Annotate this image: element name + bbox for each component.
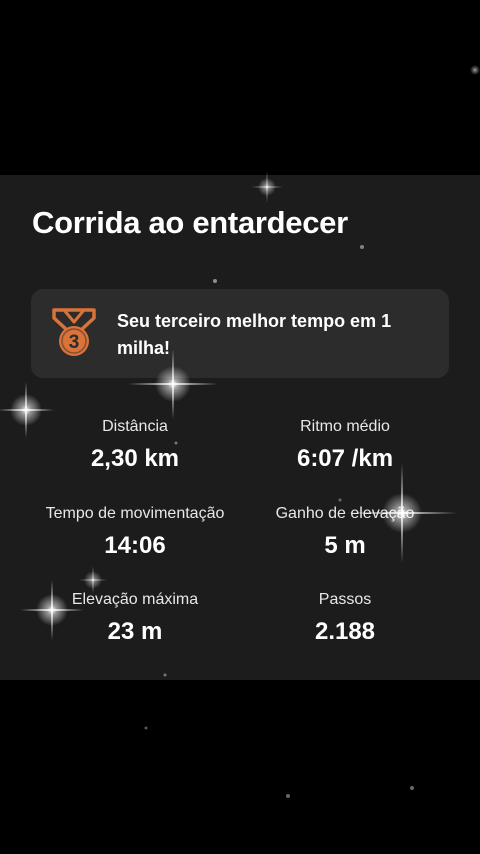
bronze-medal-icon: 3	[50, 307, 98, 359]
stat-label: Ganho de elevação	[275, 505, 415, 522]
stat-distance: Distância 2,30 km	[15, 417, 255, 473]
stat-value: 14:06	[104, 532, 166, 559]
stat-value: 2,30 km	[90, 445, 180, 472]
medal-rank: 3	[69, 332, 80, 353]
stat-label: Elevação máxima	[71, 591, 199, 608]
activity-title: Corrida ao entardecer	[32, 205, 348, 240]
achievement-banner: 3 Seu terceiro melhor tempo em 1 milha!	[31, 289, 449, 378]
achievement-text: Seu terceiro melhor tempo em 1 milha!	[117, 311, 392, 358]
stat-value: 2.188	[314, 618, 376, 645]
stat-moving-time: Tempo de movimentação 14:06	[15, 504, 255, 560]
stat-elevation-gain: Ganho de elevação 5 m	[225, 504, 465, 560]
stat-value: 6:07 /km	[296, 445, 394, 472]
stat-steps: Passos 2.188	[225, 590, 465, 646]
stat-label: Passos	[318, 591, 372, 608]
stat-label: Ritmo médio	[300, 418, 390, 435]
stat-label: Tempo de movimentação	[45, 505, 225, 522]
stat-average-pace: Ritmo médio 6:07 /km	[225, 417, 465, 473]
sparkle-star	[470, 65, 480, 75]
stat-value: 23 m	[107, 618, 163, 645]
stat-max-elevation: Elevação máxima 23 m	[15, 590, 255, 646]
stat-label: Distância	[102, 418, 168, 435]
stat-value: 5 m	[324, 532, 366, 559]
activity-share-screen: Corrida ao entardecer 3 Seu terceiro mel…	[0, 0, 480, 854]
